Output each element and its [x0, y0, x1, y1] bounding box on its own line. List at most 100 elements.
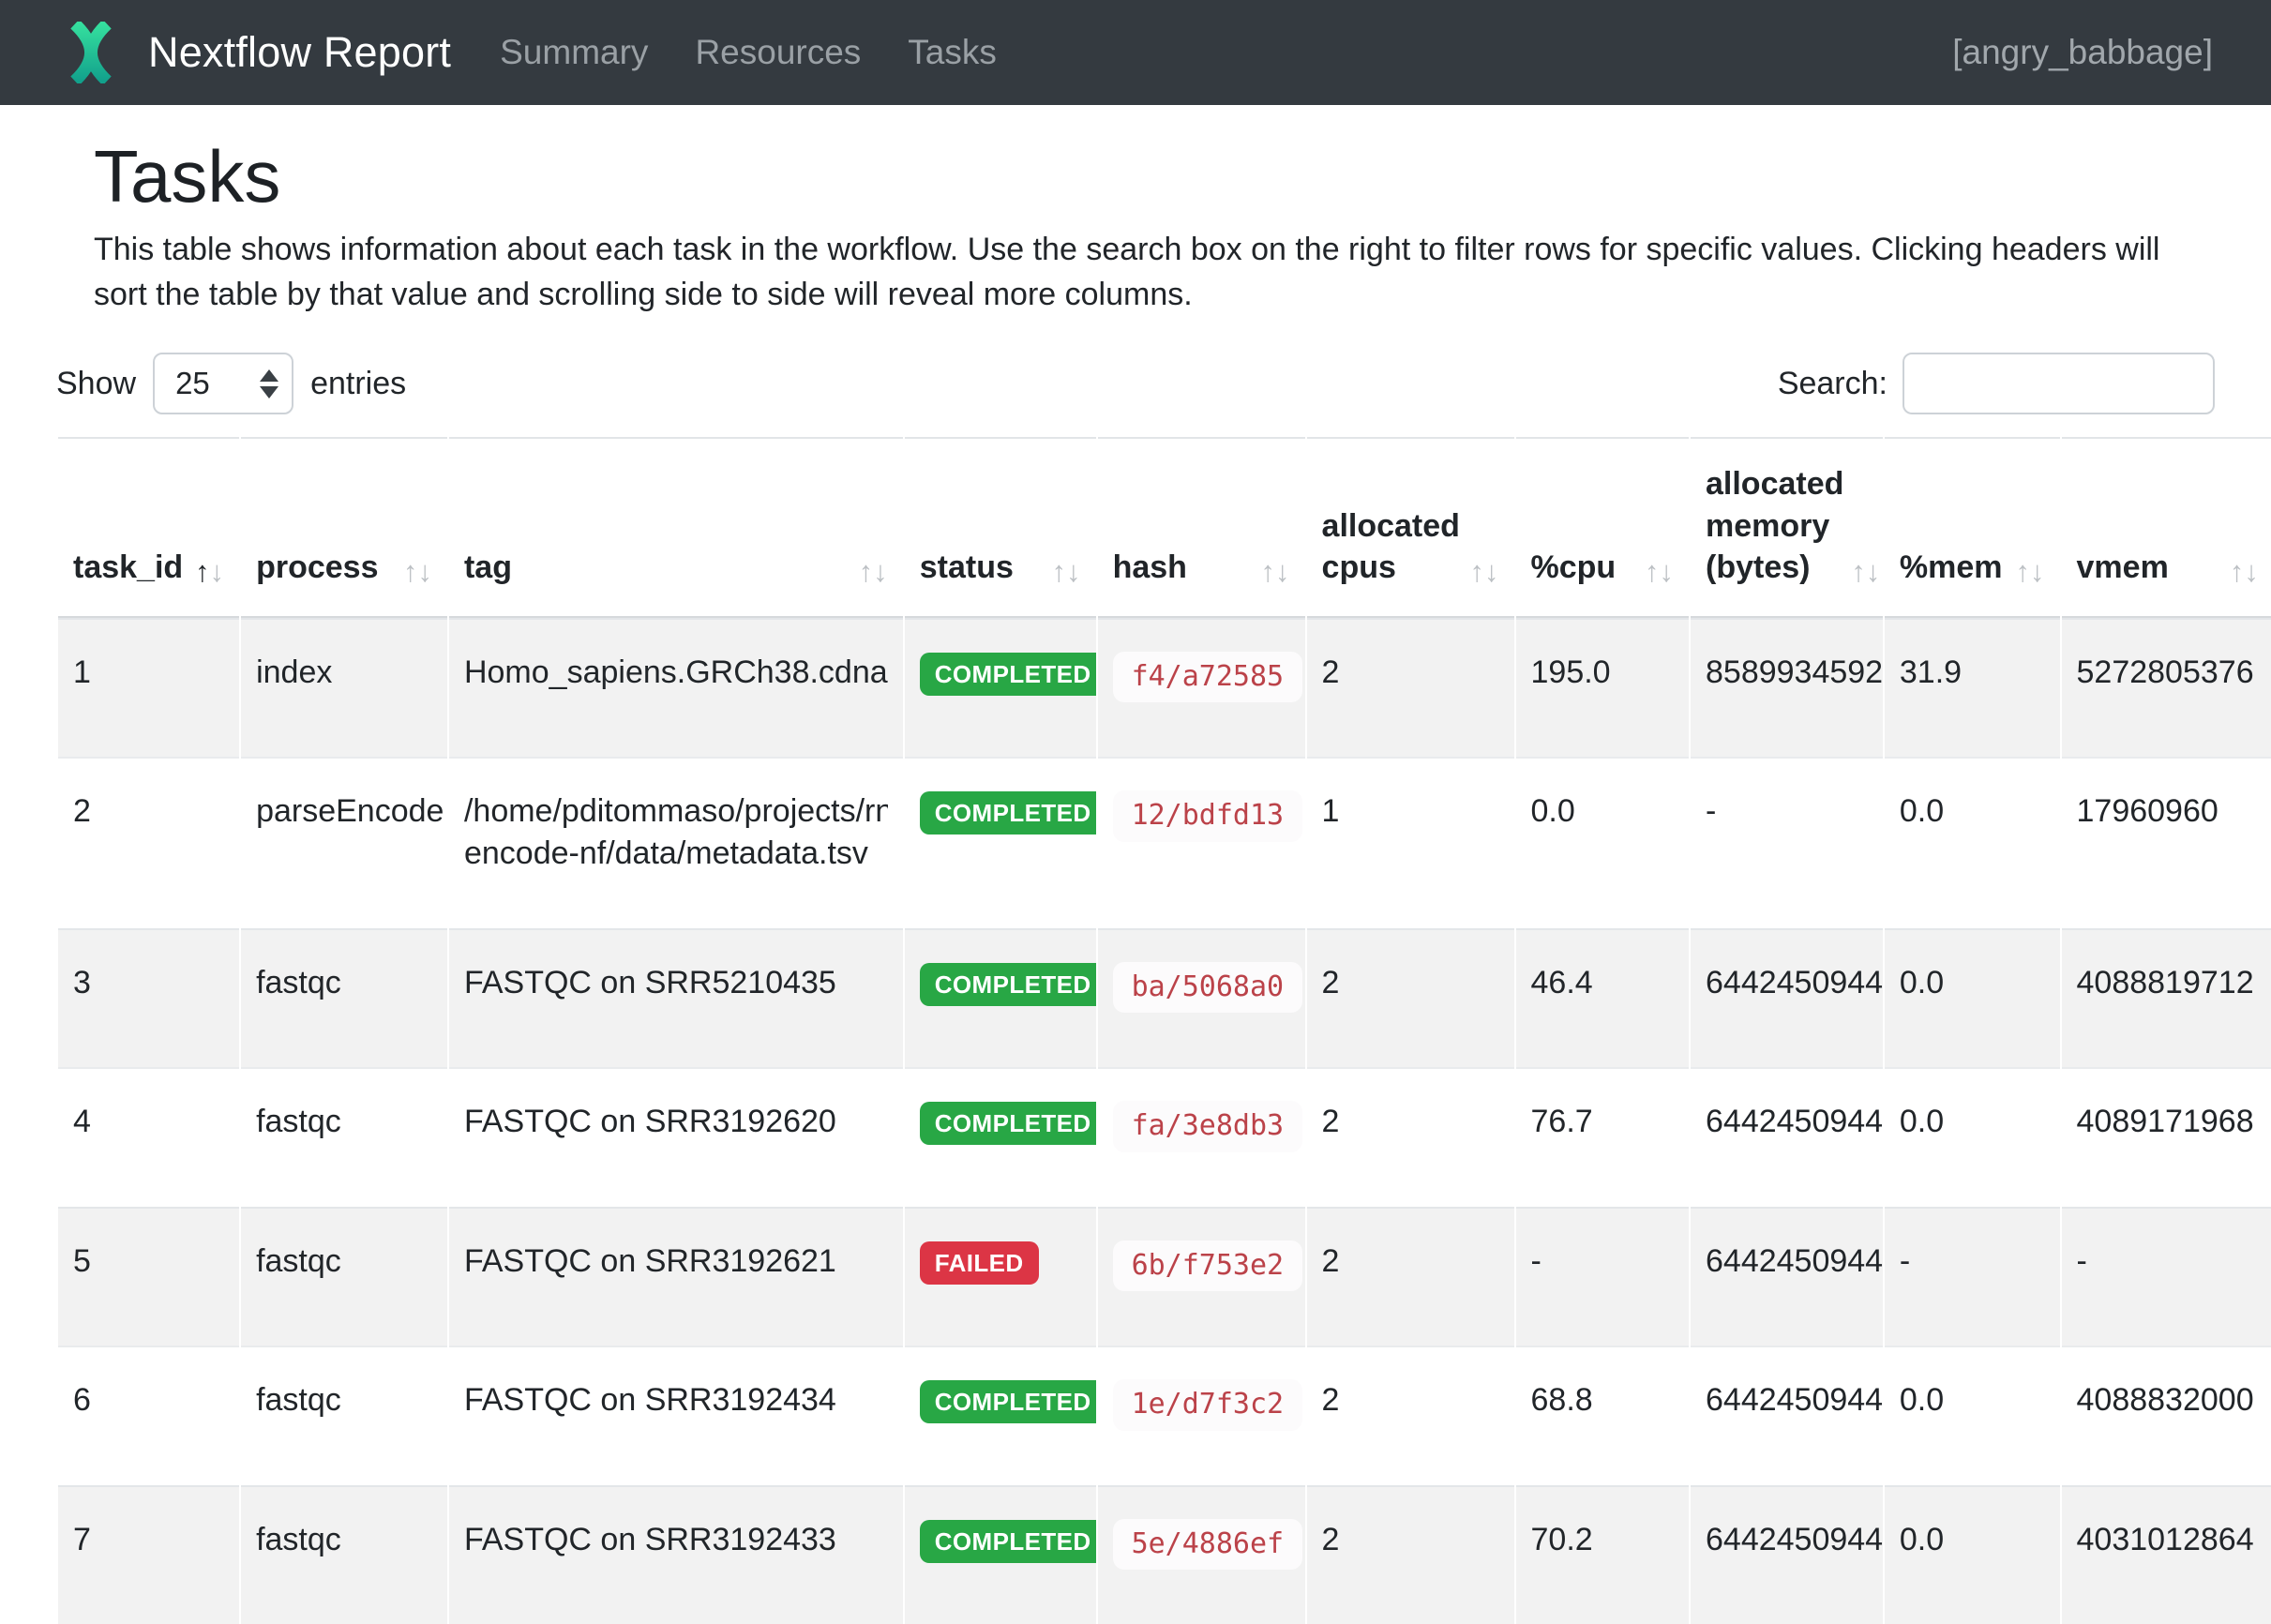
status-badge: COMPLETED — [920, 1102, 1096, 1145]
column-header-allocated_memory_bytes[interactable]: allocated memory (bytes) ↑↓ — [1691, 437, 1883, 618]
table-row: 1 index Homo_sapiens.GRCh38.cdna.all.fa.… — [58, 618, 2271, 758]
column-header-process[interactable]: process ↑↓ — [241, 437, 447, 618]
cell-allocated_cpus: 2 — [1307, 1067, 1514, 1207]
cell-pct_mem: 0.0 — [1885, 928, 2060, 1068]
cell-pct_mem: 31.9 — [1885, 618, 2060, 758]
sort-asc-icon: ↑ — [1261, 556, 1276, 588]
column-header-task_id[interactable]: task_id ↑↓ — [58, 437, 239, 618]
app-title: Nextflow Report — [148, 28, 451, 77]
search-input[interactable] — [1903, 353, 2215, 414]
cell-process: fastqc — [241, 1067, 447, 1207]
sort-asc-icon: ↑ — [1851, 556, 1866, 588]
cell-vmem: - — [2062, 1207, 2271, 1346]
cell-task_id: 2 — [58, 757, 239, 927]
cell-pct_cpu: 195.0 — [1516, 618, 1690, 758]
navbar-brand[interactable]: Nextflow Report — [58, 22, 451, 83]
cell-vmem: 17960960 — [2062, 757, 2271, 927]
sort-desc-icon: ↓ — [1866, 556, 1881, 588]
column-header-status[interactable]: status ↑↓ — [905, 437, 1096, 618]
cell-process: fastqc — [241, 1207, 447, 1346]
sort-desc-icon: ↓ — [1066, 556, 1081, 588]
sort-desc-icon: ↓ — [1484, 556, 1499, 588]
show-label: Show — [56, 366, 136, 402]
table-row: 2 parseEncode /home/pditommaso/projects/… — [58, 757, 2271, 927]
cell-task_id: 1 — [58, 618, 239, 758]
sort-icons: ↑↓ — [1851, 556, 1880, 588]
cell-allocated_cpus: 2 — [1307, 1485, 1514, 1624]
sort-asc-icon: ↑ — [1052, 556, 1067, 588]
cell-allocated_cpus: 2 — [1307, 1346, 1514, 1485]
sort-asc-icon: ↑ — [403, 556, 418, 588]
page-size-select[interactable]: 25 — [153, 353, 293, 414]
table-header-row: task_id ↑↓ process ↑↓ tag ↑↓ status ↑↓ h… — [58, 437, 2271, 618]
page-length-control: Show 25 entries — [56, 353, 406, 414]
sort-asc-icon: ↑ — [195, 556, 210, 588]
sort-icons: ↑↓ — [2016, 556, 2045, 588]
cell-task_id: 6 — [58, 1346, 239, 1485]
column-label: %mem — [1900, 547, 2003, 588]
column-header-pct_mem[interactable]: %mem ↑↓ — [1885, 437, 2060, 618]
nav-link-summary[interactable]: Summary — [500, 33, 648, 72]
column-header-tag[interactable]: tag ↑↓ — [449, 437, 903, 618]
column-header-hash[interactable]: hash ↑↓ — [1098, 437, 1305, 618]
cell-allocated_memory_bytes: 6442450944 — [1691, 1485, 1883, 1624]
cell-allocated_cpus: 1 — [1307, 757, 1514, 927]
sort-icons: ↑↓ — [403, 556, 432, 588]
table-row: 6 fastqc FASTQC on SRR3192434 COMPLETED … — [58, 1346, 2271, 1485]
cell-task_id: 3 — [58, 928, 239, 1068]
hash-value: fa/3e8db3 — [1113, 1101, 1303, 1152]
cell-allocated_memory_bytes: 6442450944 — [1691, 928, 1883, 1068]
sort-icons: ↑↓ — [1052, 556, 1081, 588]
cell-pct_cpu: 46.4 — [1516, 928, 1690, 1068]
page-description: This table shows information about each … — [94, 227, 2180, 318]
tasks-table-wrapper[interactable]: task_id ↑↓ process ↑↓ tag ↑↓ status ↑↓ h… — [56, 437, 2271, 1624]
cell-vmem: 5272805376 — [2062, 618, 2271, 758]
cell-task_id: 5 — [58, 1207, 239, 1346]
nav-link-tasks[interactable]: Tasks — [908, 33, 997, 72]
sort-desc-icon: ↓ — [2030, 556, 2045, 588]
hash-value: 6b/f753e2 — [1113, 1241, 1303, 1292]
page-title: Tasks — [94, 137, 2215, 218]
table-row: 4 fastqc FASTQC on SRR3192620 COMPLETED … — [58, 1067, 2271, 1207]
sort-desc-icon: ↓ — [873, 556, 888, 588]
sort-asc-icon: ↑ — [2230, 556, 2245, 588]
cell-status: COMPLETED — [905, 1067, 1096, 1207]
sort-icons: ↑↓ — [859, 556, 888, 588]
nextflow-logo-icon — [58, 22, 124, 83]
cell-status: COMPLETED — [905, 1485, 1096, 1624]
cell-tag: /home/pditommaso/projects/rnaseq-encode-… — [449, 757, 903, 927]
cell-status: COMPLETED — [905, 928, 1096, 1068]
cell-vmem: 4088819712 — [2062, 928, 2271, 1068]
cell-allocated_memory_bytes: - — [1691, 757, 1883, 927]
sort-desc-icon: ↓ — [2244, 556, 2259, 588]
column-label: tag — [464, 547, 512, 588]
column-header-vmem[interactable]: vmem ↑↓ — [2062, 437, 2271, 618]
sort-icons: ↑↓ — [1470, 556, 1499, 588]
hash-value: 12/bdfd13 — [1113, 790, 1303, 842]
cell-pct_mem: 0.0 — [1885, 1346, 2060, 1485]
column-label: task_id — [73, 547, 183, 588]
column-label: status — [920, 547, 1014, 588]
table-row: 5 fastqc FASTQC on SRR3192621 FAILED 6b/… — [58, 1207, 2271, 1346]
sort-desc-icon: ↓ — [417, 556, 432, 588]
cell-allocated_cpus: 2 — [1307, 1207, 1514, 1346]
navbar: Nextflow Report Summary Resources Tasks … — [0, 0, 2271, 105]
cell-pct_cpu: 76.7 — [1516, 1067, 1690, 1207]
cell-hash: 12/bdfd13 — [1098, 757, 1305, 927]
table-row: 7 fastqc FASTQC on SRR3192433 COMPLETED … — [58, 1485, 2271, 1624]
nav-link-resources[interactable]: Resources — [695, 33, 861, 72]
column-label: %cpu — [1531, 547, 1617, 588]
cell-process: index — [241, 618, 447, 758]
sort-icons: ↑↓ — [2230, 556, 2259, 588]
cell-process: parseEncode — [241, 757, 447, 927]
cell-status: COMPLETED — [905, 757, 1096, 927]
status-badge: COMPLETED — [920, 963, 1096, 1006]
cell-hash: fa/3e8db3 — [1098, 1067, 1305, 1207]
page-size-value: 25 — [175, 366, 260, 401]
cell-vmem: 4089171968 — [2062, 1067, 2271, 1207]
cell-pct_cpu: - — [1516, 1207, 1690, 1346]
column-header-allocated_cpus[interactable]: allocated cpus ↑↓ — [1307, 437, 1514, 618]
sort-icons: ↑↓ — [195, 556, 224, 588]
status-badge: COMPLETED — [920, 1520, 1096, 1563]
column-header-pct_cpu[interactable]: %cpu ↑↓ — [1516, 437, 1690, 618]
